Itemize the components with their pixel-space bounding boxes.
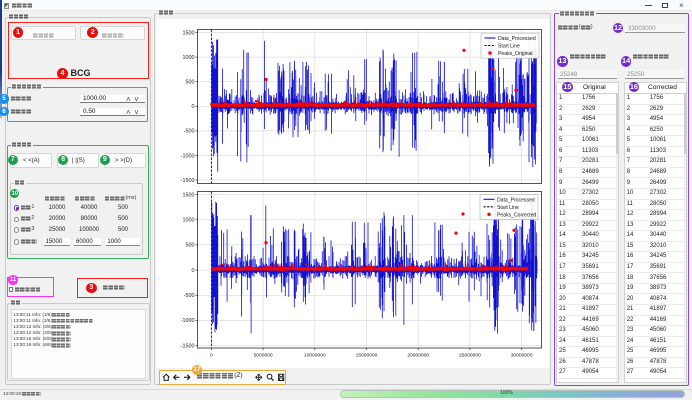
svg-text:1500: 1500: [183, 30, 195, 36]
svg-text:-1000: -1000: [181, 153, 195, 159]
svg-text:Data_Processed: Data_Processed: [497, 197, 535, 203]
svg-text:1000: 1000: [183, 55, 195, 61]
svg-text:-1500: -1500: [181, 178, 195, 184]
svg-text:0: 0: [192, 104, 195, 110]
svg-text:Peaks_Original: Peaks_Original: [498, 51, 533, 57]
svg-text:-1500: -1500: [181, 343, 195, 349]
svg-text:-500: -500: [184, 293, 195, 299]
svg-text:Start Line: Start Line: [498, 44, 520, 50]
svg-text:30000000: 30000000: [511, 353, 533, 359]
svg-text:0: 0: [192, 268, 195, 274]
svg-text:25000000: 25000000: [459, 353, 481, 359]
svg-text:15000000: 15000000: [356, 353, 378, 359]
svg-text:10000000: 10000000: [304, 353, 326, 359]
svg-text:1500: 1500: [183, 192, 195, 198]
svg-text:1000: 1000: [183, 218, 195, 224]
svg-text:Data_Processed: Data_Processed: [498, 36, 536, 42]
svg-text:Start Line: Start Line: [497, 205, 519, 211]
svg-text:-500: -500: [184, 129, 195, 135]
svg-text:-1000: -1000: [181, 318, 195, 324]
svg-text:5000000: 5000000: [254, 353, 273, 359]
svg-text:500: 500: [186, 80, 195, 86]
svg-text:20000000: 20000000: [407, 353, 429, 359]
svg-text:500: 500: [186, 243, 195, 249]
svg-text:Peaks_Corrected: Peaks_Corrected: [497, 212, 537, 218]
svg-text:0: 0: [210, 353, 213, 359]
